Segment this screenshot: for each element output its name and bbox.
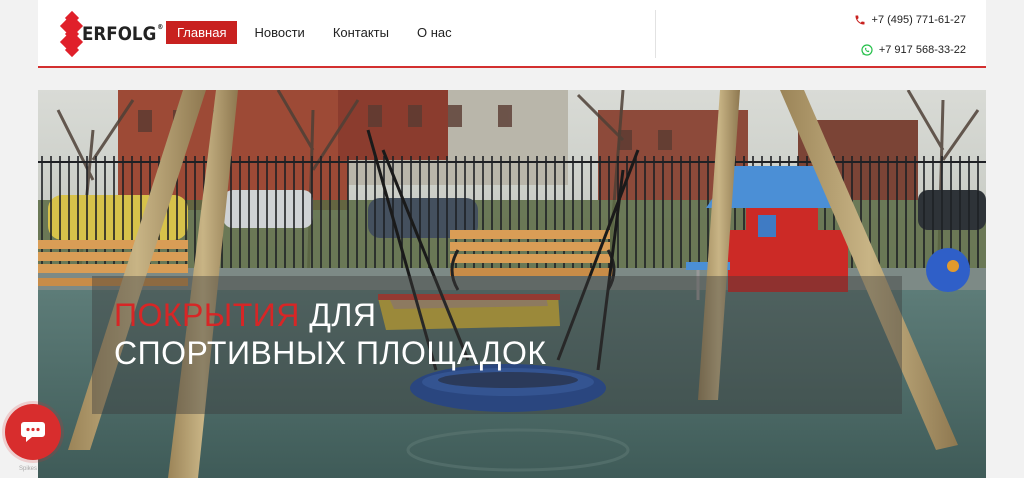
nav-item-home[interactable]: Главная <box>166 21 238 44</box>
phone-link[interactable]: +7 (495) 771-61-27 <box>854 12 966 28</box>
logo[interactable]: ERFOLG® <box>59 10 174 58</box>
nav-item-contacts[interactable]: Контакты <box>322 21 400 44</box>
hero-title-line1: ПОКРЫТИЯ ДЛЯ <box>114 296 880 334</box>
chat-powered-label: Spikes <box>19 466 38 472</box>
hero-title-line2: СПОРТИВНЫХ ПЛОЩАДОК <box>114 335 547 371</box>
hero-caption: ПОКРЫТИЯ ДЛЯ СПОРТИВНЫХ ПЛОЩАДОК <box>92 276 902 414</box>
nav-item-about[interactable]: О нас <box>406 21 463 44</box>
site-header: ERFOLG® Главная Новости Контакты О нас +… <box>38 0 986 68</box>
logo-mark-icon <box>59 10 84 58</box>
phone-number: +7 (495) 771-61-27 <box>871 14 966 26</box>
chat-button[interactable] <box>5 404 61 460</box>
main-nav: Главная Новости Контакты О нас <box>166 21 469 44</box>
phone-icon <box>855 15 865 25</box>
nav-item-news[interactable]: Новости <box>243 21 315 44</box>
whatsapp-number: +7 917 568-33-22 <box>878 44 966 56</box>
hero-title-highlight: ПОКРЫТИЯ <box>114 297 300 333</box>
whatsapp-link[interactable]: +7 917 568-33-22 <box>854 42 966 58</box>
hero-title-rest: ДЛЯ <box>299 297 377 333</box>
header-divider <box>655 10 656 58</box>
hero-banner: ПОКРЫТИЯ ДЛЯ СПОРТИВНЫХ ПЛОЩАДОК <box>38 90 986 478</box>
whatsapp-icon <box>861 44 873 56</box>
contacts: +7 (495) 771-61-27 +7 917 568-33-22 <box>854 12 966 58</box>
chat-bubble-icon <box>21 422 45 442</box>
page: ERFOLG® Главная Новости Контакты О нас +… <box>0 0 1024 478</box>
logo-text: ERFOLG® <box>82 23 164 45</box>
